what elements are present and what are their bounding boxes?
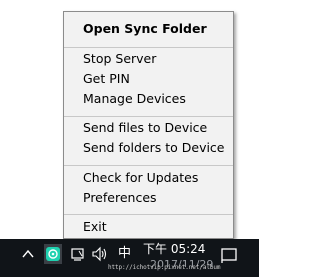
menu-item-check-updates[interactable]: Check for Updates [83, 168, 198, 188]
volume-icon[interactable] [91, 245, 109, 263]
taskbar: 中 下午 05:24 2017/11/29 [0, 239, 259, 277]
menu-item-preferences[interactable]: Preferences [83, 188, 157, 208]
menu-separator [64, 47, 233, 48]
watermark-text: http://ichotvip.pixnet.net/album [108, 264, 221, 271]
menu-item-manage-devices[interactable]: Manage Devices [83, 89, 186, 109]
menu-item-open-sync-folder[interactable]: Open Sync Folder [83, 19, 207, 39]
menu-item-send-folders[interactable]: Send folders to Device [83, 138, 225, 158]
menu-item-exit[interactable]: Exit [83, 217, 107, 237]
menu-item-get-pin[interactable]: Get PIN [83, 69, 130, 89]
chevron-up-icon[interactable] [21, 245, 35, 263]
context-menu: Open Sync Folder Stop Server Get PIN Man… [63, 11, 234, 239]
menu-separator [64, 116, 233, 117]
menu-separator [64, 214, 233, 215]
menu-item-send-files[interactable]: Send files to Device [83, 118, 207, 138]
pen-input-icon[interactable] [70, 245, 86, 263]
menu-item-stop-server[interactable]: Stop Server [83, 49, 156, 69]
menu-separator [64, 165, 233, 166]
ime-indicator[interactable]: 中 [118, 247, 131, 260]
action-center-icon[interactable] [219, 246, 239, 264]
clock-time[interactable]: 下午 05:24 [143, 243, 205, 255]
sync-app-icon[interactable] [44, 244, 62, 264]
